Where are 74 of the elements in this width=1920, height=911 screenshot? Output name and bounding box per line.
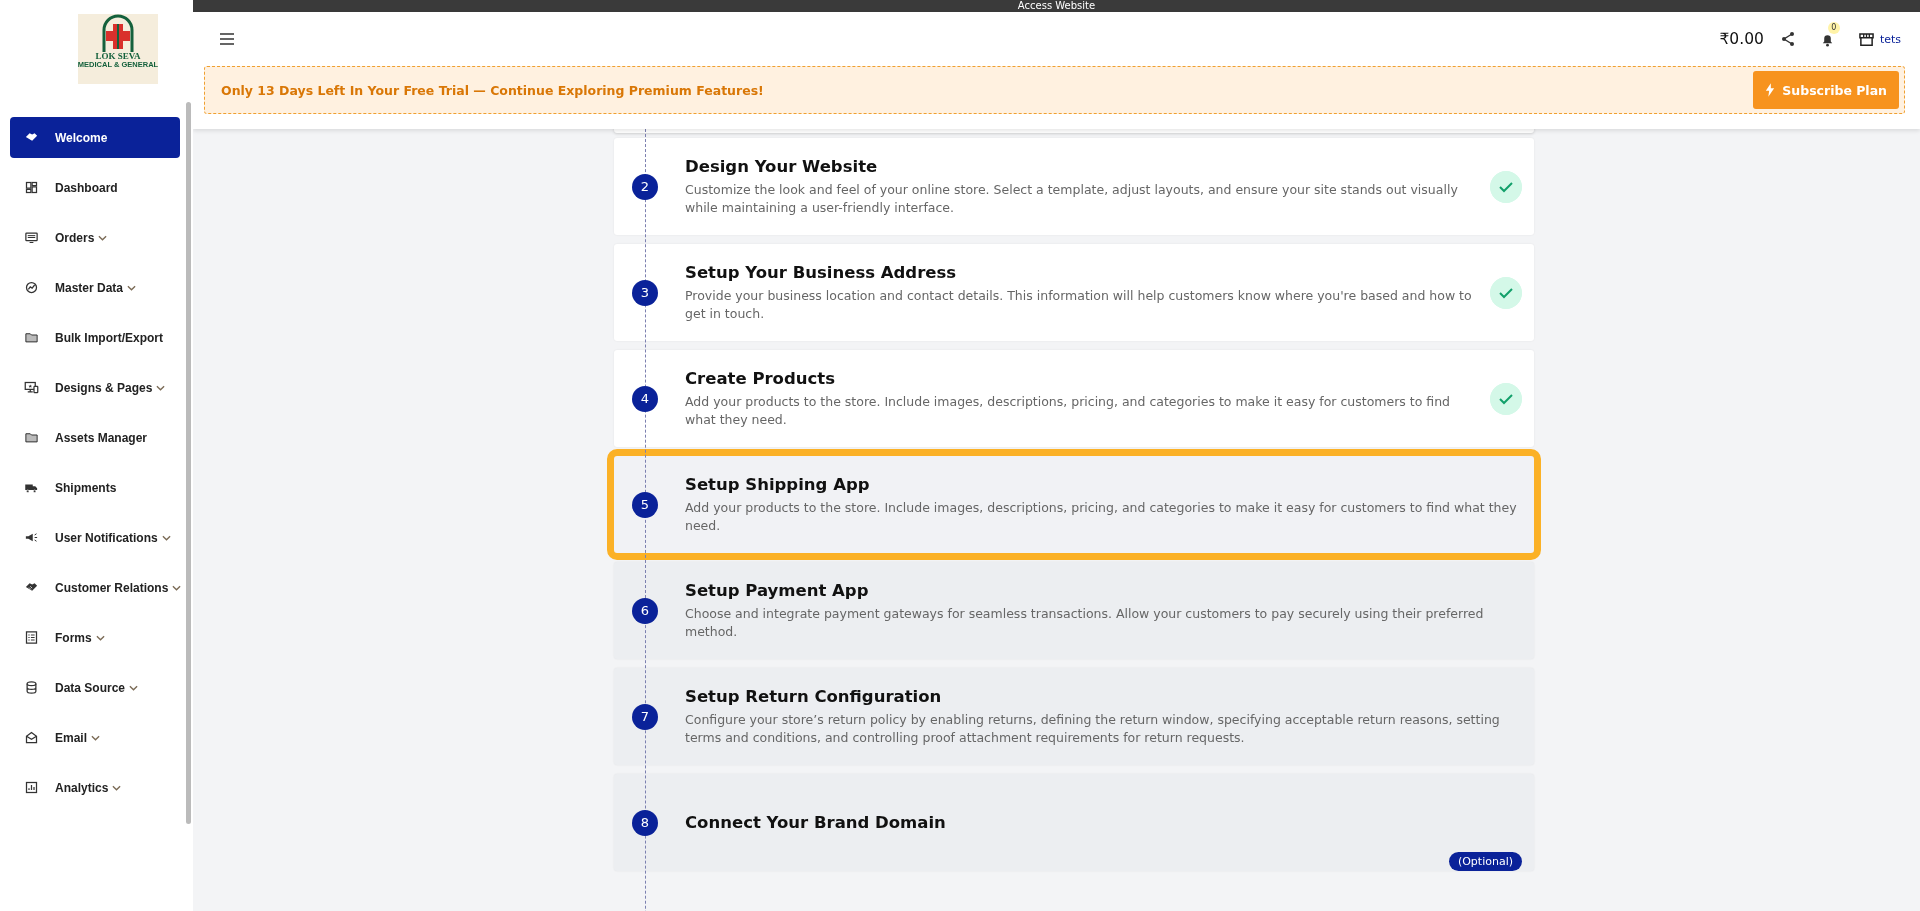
chart-circle-icon [24,280,39,295]
step-number: 8 [632,809,658,836]
chevron-down-icon [98,234,108,241]
folder-icon [24,330,39,345]
sidebar-item[interactable]: Analytics [10,767,180,808]
chevron-down-icon [172,584,182,591]
step-description: Add your products to the store. Include images, descriptions, pricing, and categories to make it easy for customers to find what they need. [685,392,1452,429]
step-title: Setup Payment App [685,580,870,600]
step-card[interactable]: 3 Setup Your Business Address Provide your business location and contact details. This information will help customers know where you're based and how to get in touch. [614,244,1534,341]
check-icon [1490,276,1522,309]
sidebar-item[interactable]: Welcome [10,117,180,158]
notification-count: 0 [1827,21,1840,34]
step-description: Configure your store’s return policy by enabling returns, defining the return window, specifying acceptable return reasons, setting terms and conditions, and controlling proof attachment requirements for return requests. [685,710,1501,747]
dashboard-icon [24,180,39,195]
step-description: Choose and integrate payment gateways for seamless transactions. Allow your customers to pay securely using their preferred method. [685,604,1485,641]
step-title: Connect Your Brand Domain [685,813,947,832]
sidebar-item[interactable]: Orders [10,217,180,258]
check-icon [1490,382,1522,415]
chevron-down-icon [156,384,166,391]
optional-badge: (Optional) [1448,852,1522,871]
step-title: Setup Return Configuration [685,686,943,706]
step-card[interactable]: 8 Connect Your Brand Domain (Optional) [614,774,1534,871]
step-card[interactable]: 6 Setup Payment App Choose and integrate payment gateways for seamless transactions. Allow your customers to pay securely using their preferred method. [614,562,1534,659]
store-link[interactable]: tets [1858,31,1901,47]
sidebar-item[interactable]: Dashboard [10,167,180,208]
step-number: 3 [632,279,658,306]
sidebar-item[interactable]: Master Data [10,267,180,308]
step-card[interactable] [614,668,1534,765]
store-icon [1858,31,1874,47]
chevron-down-icon [95,634,105,641]
envelope-icon [24,730,39,745]
step-title: Create Products [685,368,836,388]
step-card[interactable]: 4 Create Products Add your products to the store. Include images, descriptions, pricing, and categories to make it easy for customers to find what they need. [614,350,1534,447]
lightning-icon [1765,83,1776,97]
sidebar-item[interactable]: User Notifications [10,517,180,558]
window-title: Access Website [193,0,1920,12]
step-number: 6 [632,597,658,624]
chevron-down-icon [129,684,139,691]
scrollbar-thumb[interactable] [186,102,191,824]
trial-message: Only 13 Days Left In Your Free Trial — Continue Exploring Premium Features! [221,82,765,98]
monitor-icon [24,230,39,245]
menu-icon[interactable] [219,33,235,45]
chevron-down-icon [161,534,171,541]
step-title: Design Your Website [685,156,879,176]
chevron-down-icon [91,734,100,741]
sidebar-item[interactable]: Email [10,717,180,758]
step-description: Provide your business location and contact details. This information will help customers know where you're based and how to get in touch. [685,286,1473,323]
chevron-down-icon [112,784,122,791]
sidebar-item[interactable]: Shipments [10,467,180,508]
step-number: 4 [632,385,658,412]
folder-icon [24,430,39,445]
step-description: Customize the look and feel of your online store. Select a template, adjust layouts, and ensure your site stands out visually while maintaining a user-friendly interface. [685,180,1459,217]
sidebar-item[interactable]: Bulk Import/Export [10,317,180,358]
sidebar-item[interactable]: Customer Relations [10,567,180,608]
bar-chart-icon [24,780,39,795]
devices-icon [24,380,39,395]
step-number: 5 [632,491,658,518]
sidebar-item[interactable]: Forms [10,617,180,658]
logo-title: LOK SEVA [95,52,141,61]
step-number: 2 [632,173,658,200]
check-icon [1490,170,1522,203]
step-title: Setup Your Business Address [685,262,958,282]
sidebar-item[interactable]: Data Source [10,667,180,708]
step-card[interactable]: 2 Design Your Website Customize the look and feel of your online store. Select a template, adjust layouts, and ensure your site stands out visually while maintaining a user-friendly interface. [614,138,1534,235]
share-icon[interactable] [1779,31,1796,47]
chevron-down-icon [127,284,137,291]
step-title: Setup Shipping App [685,474,871,494]
sidebar-item[interactable]: Designs & Pages [10,367,180,408]
list-icon [24,630,39,645]
step-number: 7 [632,703,658,730]
sidebar-item[interactable]: Assets Manager [10,417,180,458]
balance-amount: ₹0.00 [1719,30,1764,48]
database-icon [24,680,39,695]
step-description: Add your products to the store. Include images, descriptions, pricing, and categories to make it easy for customers to find what they need. [685,498,1518,535]
